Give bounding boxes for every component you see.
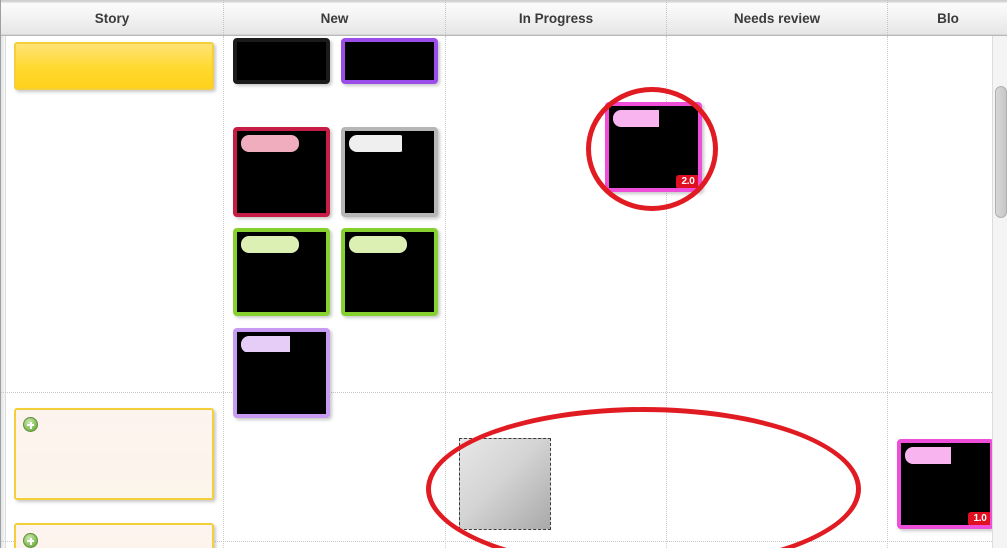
column-header-blo[interactable]: Blo [887, 0, 1007, 35]
card-new-6[interactable] [341, 228, 438, 316]
drop-target-in-progress[interactable] [459, 438, 551, 530]
redacted-text [237, 42, 326, 80]
scrum-board: Story New In Progress Needs review Blo 2.0 1.… [0, 0, 1007, 548]
story-points-badge: 2.0 [676, 175, 698, 188]
board-left-rail [1, 36, 6, 548]
story-card-middle[interactable] [14, 408, 214, 500]
board-column-header-row: Story New In Progress Needs review Blo [1, 0, 1007, 36]
column-header-new[interactable]: New [223, 0, 445, 35]
board-grid: 2.0 1.0 [1, 36, 1007, 548]
vertical-scrollbar-thumb[interactable] [995, 86, 1007, 218]
column-header-needs-review[interactable]: Needs review [666, 0, 887, 35]
card-new-3[interactable] [233, 127, 330, 217]
column-divider [445, 36, 446, 548]
column-header-story[interactable]: Story [1, 0, 223, 35]
row-divider [1, 392, 1007, 393]
redacted-text [290, 336, 326, 355]
redacted-text [402, 132, 434, 151]
column-header-in-progress[interactable]: In Progress [445, 0, 666, 35]
card-new-1[interactable] [233, 38, 330, 84]
story-card-header [16, 410, 212, 498]
task-card-header [349, 236, 407, 253]
card-inprogress-1[interactable]: 2.0 [605, 102, 702, 192]
column-divider [223, 36, 224, 548]
redacted-text [241, 155, 326, 213]
card-new-5[interactable] [233, 228, 330, 316]
redacted-text [350, 156, 434, 213]
redacted-text [242, 255, 326, 312]
task-card-header [241, 236, 299, 253]
story-card-header [16, 525, 212, 548]
redacted-text [299, 236, 326, 256]
add-task-icon[interactable] [23, 417, 38, 432]
card-new-7[interactable] [233, 328, 330, 418]
task-card-header [241, 135, 299, 152]
redacted-text [347, 255, 434, 312]
story-points-badge: 1.0 [968, 512, 990, 525]
add-task-icon[interactable] [23, 533, 38, 548]
task-card-header [349, 135, 407, 152]
card-blocked-1[interactable]: 1.0 [897, 439, 994, 529]
redacted-text [951, 447, 990, 465]
redacted-text [659, 110, 698, 128]
story-card-top[interactable] [14, 42, 214, 90]
redacted-text [349, 42, 434, 80]
card-new-4[interactable] [341, 127, 438, 217]
redacted-text [407, 236, 434, 256]
redacted-text [299, 135, 326, 156]
column-divider [887, 36, 888, 548]
card-new-2[interactable] [341, 38, 438, 84]
story-card-bottom[interactable] [14, 523, 214, 548]
vertical-scrollbar[interactable] [992, 36, 1007, 548]
redacted-text [237, 352, 326, 414]
